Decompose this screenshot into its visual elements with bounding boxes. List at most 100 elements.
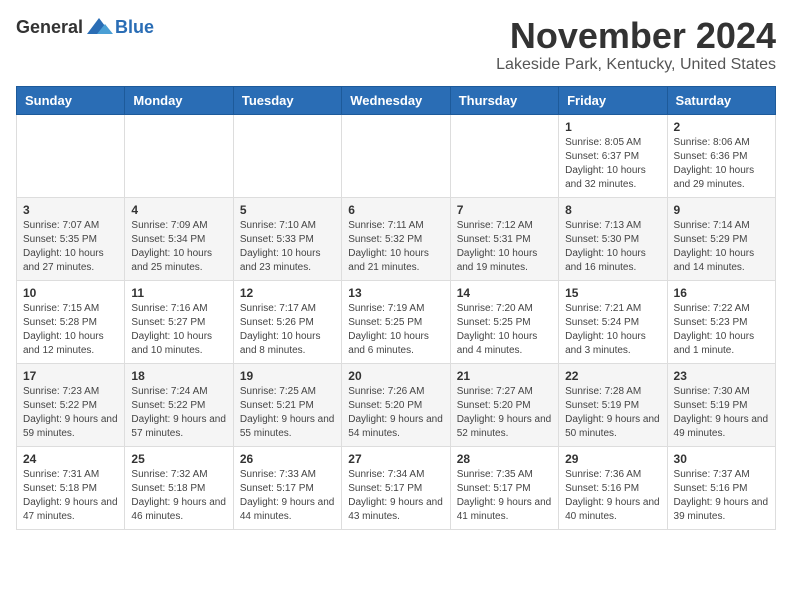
day-info: Sunrise: 7:07 AMSunset: 5:35 PMDaylight:… (23, 219, 118, 275)
day-number: 18 (131, 369, 226, 383)
day-number: 1 (565, 120, 660, 134)
day-info: Sunrise: 7:17 AMSunset: 5:26 PMDaylight:… (240, 302, 335, 358)
calendar-cell: 22Sunrise: 7:28 AMSunset: 5:19 PMDayligh… (559, 363, 667, 446)
day-info: Sunrise: 7:36 AMSunset: 5:16 PMDaylight:… (565, 468, 660, 524)
day-number: 5 (240, 203, 335, 217)
calendar-cell: 1Sunrise: 8:05 AMSunset: 6:37 PMDaylight… (559, 114, 667, 197)
week-row-1: 1Sunrise: 8:05 AMSunset: 6:37 PMDaylight… (17, 114, 776, 197)
calendar-cell: 9Sunrise: 7:14 AMSunset: 5:29 PMDaylight… (667, 197, 775, 280)
calendar-cell: 2Sunrise: 8:06 AMSunset: 6:36 PMDaylight… (667, 114, 775, 197)
day-info: Sunrise: 7:37 AMSunset: 5:16 PMDaylight:… (674, 468, 769, 524)
day-info: Sunrise: 8:06 AMSunset: 6:36 PMDaylight:… (674, 136, 769, 192)
day-info: Sunrise: 7:10 AMSunset: 5:33 PMDaylight:… (240, 219, 335, 275)
calendar-cell: 10 Sunrise: 7:15 AMSunset: 5:28 PMDayligh… (17, 280, 125, 363)
day-number: 8 (565, 203, 660, 217)
day-info: Sunrise: 7:11 AMSunset: 5:32 PMDaylight:… (348, 219, 443, 275)
logo-blue-text: Blue (115, 17, 154, 38)
calendar-cell: 21 Sunrise: 7:27 AMSunset: 5:20 PMDayligh… (450, 363, 558, 446)
calendar-cell: 15 Sunrise: 7:21 AMSunset: 5:24 PMDayligh… (559, 280, 667, 363)
day-info: Sunrise: 7:35 AMSunset: 5:17 PMDaylight:… (457, 468, 552, 524)
calendar-cell: 29Sunrise: 7:36 AMSunset: 5:16 PMDayligh… (559, 446, 667, 529)
day-number: 23 (674, 369, 769, 383)
day-info: Sunrise: 7:19 AMSunset: 5:25 PMDaylight:… (348, 302, 443, 358)
calendar-cell: 14Sunrise: 7:20 AMSunset: 5:25 PMDayligh… (450, 280, 558, 363)
calendar-cell: 30 Sunrise: 7:37 AMSunset: 5:16 PMDayligh… (667, 446, 775, 529)
day-info: Sunrise: 7:14 AMSunset: 5:29 PMDaylight:… (674, 219, 769, 275)
day-info: Sunrise: 7:27 AMSunset: 5:20 PMDaylight:… (457, 385, 552, 441)
calendar-cell: 28 Sunrise: 7:35 AMSunset: 5:17 PMDayligh… (450, 446, 558, 529)
day-number: 13 (348, 286, 443, 300)
calendar-cell: 19 Sunrise: 7:25 AMSunset: 5:21 PMDayligh… (233, 363, 341, 446)
calendar-cell: 5 Sunrise: 7:10 AMSunset: 5:33 PMDaylight… (233, 197, 341, 280)
logo-general-text: General (16, 17, 83, 38)
day-info: Sunrise: 7:20 AMSunset: 5:25 PMDaylight:… (457, 302, 552, 358)
calendar-cell: 11Sunrise: 7:16 AMSunset: 5:27 PMDayligh… (125, 280, 233, 363)
calendar-cell: 7 Sunrise: 7:12 AMSunset: 5:31 PMDaylight… (450, 197, 558, 280)
logo: General Blue (16, 16, 154, 38)
day-number: 7 (457, 203, 552, 217)
calendar-cell: 17 Sunrise: 7:23 AMSunset: 5:22 PMDayligh… (17, 363, 125, 446)
week-row-5: 24Sunrise: 7:31 AMSunset: 5:18 PMDayligh… (17, 446, 776, 529)
day-info: Sunrise: 7:09 AMSunset: 5:34 PMDaylight:… (131, 219, 226, 275)
calendar-cell (342, 114, 450, 197)
day-number: 20 (348, 369, 443, 383)
title-area: November 2024 Lakeside Park, Kentucky, U… (496, 16, 776, 74)
day-number: 10 (23, 286, 118, 300)
day-number: 15 (565, 286, 660, 300)
weekday-tuesday: Tuesday (233, 86, 341, 114)
day-info: Sunrise: 7:26 AMSunset: 5:20 PMDaylight:… (348, 385, 443, 441)
day-number: 28 (457, 452, 552, 466)
calendar-cell (233, 114, 341, 197)
calendar-cell: 25Sunrise: 7:32 AMSunset: 5:18 PMDayligh… (125, 446, 233, 529)
weekday-friday: Friday (559, 86, 667, 114)
day-info: Sunrise: 7:34 AMSunset: 5:17 PMDaylight:… (348, 468, 443, 524)
calendar-cell: 27 Sunrise: 7:34 AMSunset: 5:17 PMDayligh… (342, 446, 450, 529)
day-number: 16 (674, 286, 769, 300)
calendar-cell: 20 Sunrise: 7:26 AMSunset: 5:20 PMDayligh… (342, 363, 450, 446)
calendar-cell: 12Sunrise: 7:17 AMSunset: 5:26 PMDayligh… (233, 280, 341, 363)
day-info: Sunrise: 7:23 AMSunset: 5:22 PMDaylight:… (23, 385, 118, 441)
calendar-cell (125, 114, 233, 197)
day-number: 24 (23, 452, 118, 466)
calendar-cell: 3 Sunrise: 7:07 AMSunset: 5:35 PMDaylight… (17, 197, 125, 280)
day-number: 19 (240, 369, 335, 383)
page-header: General Blue November 2024 Lakeside Park… (16, 16, 776, 74)
day-number: 17 (23, 369, 118, 383)
weekday-monday: Monday (125, 86, 233, 114)
calendar-cell: 23 Sunrise: 7:30 AMSunset: 5:19 PMDayligh… (667, 363, 775, 446)
day-info: Sunrise: 7:33 AMSunset: 5:17 PMDaylight:… (240, 468, 335, 524)
day-info: Sunrise: 7:30 AMSunset: 5:19 PMDaylight:… (674, 385, 769, 441)
week-row-2: 3 Sunrise: 7:07 AMSunset: 5:35 PMDaylight… (17, 197, 776, 280)
day-info: Sunrise: 7:28 AMSunset: 5:19 PMDaylight:… (565, 385, 660, 441)
day-info: Sunrise: 7:21 AMSunset: 5:24 PMDaylight:… (565, 302, 660, 358)
weekday-thursday: Thursday (450, 86, 558, 114)
weekday-saturday: Saturday (667, 86, 775, 114)
week-row-4: 17 Sunrise: 7:23 AMSunset: 5:22 PMDayligh… (17, 363, 776, 446)
calendar-table: SundayMondayTuesdayWednesdayThursdayFrid… (16, 86, 776, 530)
day-info: Sunrise: 7:15 AMSunset: 5:28 PMDaylight:… (23, 302, 118, 358)
day-number: 11 (131, 286, 226, 300)
calendar-cell: 24Sunrise: 7:31 AMSunset: 5:18 PMDayligh… (17, 446, 125, 529)
calendar-cell: 4 Sunrise: 7:09 AMSunset: 5:34 PMDaylight… (125, 197, 233, 280)
weekday-sunday: Sunday (17, 86, 125, 114)
day-number: 21 (457, 369, 552, 383)
day-number: 4 (131, 203, 226, 217)
location-title: Lakeside Park, Kentucky, United States (496, 56, 776, 74)
month-title: November 2024 (496, 16, 776, 56)
day-info: Sunrise: 7:12 AMSunset: 5:31 PMDaylight:… (457, 219, 552, 275)
day-info: Sunrise: 7:13 AMSunset: 5:30 PMDaylight:… (565, 219, 660, 275)
calendar-cell: 16 Sunrise: 7:22 AMSunset: 5:23 PMDayligh… (667, 280, 775, 363)
weekday-wednesday: Wednesday (342, 86, 450, 114)
day-info: Sunrise: 7:24 AMSunset: 5:22 PMDaylight:… (131, 385, 226, 441)
logo-icon (85, 16, 113, 38)
day-number: 3 (23, 203, 118, 217)
weekday-header-row: SundayMondayTuesdayWednesdayThursdayFrid… (17, 86, 776, 114)
calendar-cell: 6Sunrise: 7:11 AMSunset: 5:32 PMDaylight… (342, 197, 450, 280)
day-info: Sunrise: 7:32 AMSunset: 5:18 PMDaylight:… (131, 468, 226, 524)
day-number: 26 (240, 452, 335, 466)
day-info: Sunrise: 7:22 AMSunset: 5:23 PMDaylight:… (674, 302, 769, 358)
day-info: Sunrise: 7:25 AMSunset: 5:21 PMDaylight:… (240, 385, 335, 441)
day-number: 30 (674, 452, 769, 466)
day-number: 27 (348, 452, 443, 466)
week-row-3: 10 Sunrise: 7:15 AMSunset: 5:28 PMDayligh… (17, 280, 776, 363)
